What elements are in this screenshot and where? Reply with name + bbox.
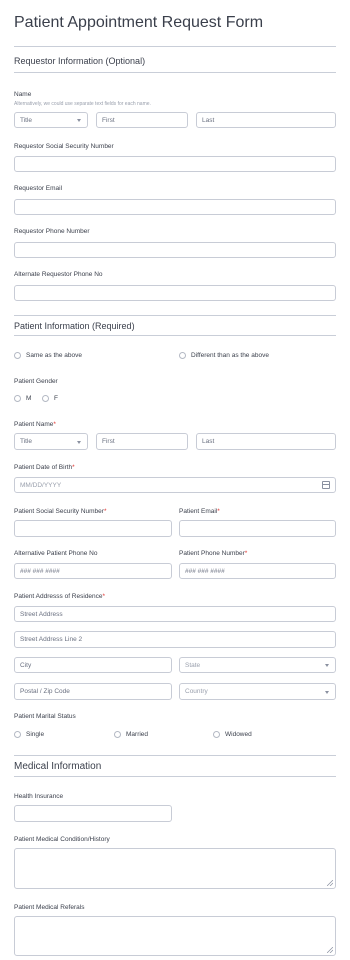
requestor-email-input[interactable] xyxy=(14,199,336,215)
patient-email-label: Patient Email* xyxy=(179,508,220,515)
calendar-icon[interactable] xyxy=(322,481,330,489)
caret-down-icon xyxy=(325,690,329,694)
marital-married-radio[interactable] xyxy=(114,731,121,738)
requestor-section-heading: Requestor Information (Optional) xyxy=(14,56,146,66)
patient-last-name-input[interactable]: Last xyxy=(196,433,336,450)
dob-input[interactable]: MM/DD/YYYY xyxy=(14,477,336,493)
divider xyxy=(14,755,336,756)
state-select[interactable]: State xyxy=(179,657,336,673)
divider xyxy=(14,315,336,316)
patient-ssn-input[interactable] xyxy=(14,520,172,537)
alt-patient-phone-label: Alternative Patient Phone No xyxy=(14,550,98,557)
divider xyxy=(14,335,336,336)
patient-phone-label: Patient Phone Number* xyxy=(179,550,247,557)
city-input[interactable]: City xyxy=(14,657,172,673)
gender-m-radio[interactable] xyxy=(14,395,21,402)
same-as-above-radio[interactable] xyxy=(14,352,21,359)
condition-label: Patient Medical Condition/History xyxy=(14,836,110,843)
country-select[interactable]: Country xyxy=(179,683,336,700)
address-label-text: Patient Addresss of Residence xyxy=(14,593,103,600)
requestor-title-select[interactable]: Title xyxy=(14,112,88,128)
form-page: Patient Appointment Request Form Request… xyxy=(0,0,350,960)
divider xyxy=(14,776,336,777)
requestor-ssn-input[interactable] xyxy=(14,156,336,172)
different-than-above-label: Different than as the above xyxy=(191,352,269,359)
gender-f-radio[interactable] xyxy=(42,395,49,402)
patient-title-value: Title xyxy=(20,438,33,445)
insurance-input[interactable] xyxy=(14,805,172,822)
patient-email-label-text: Patient Email xyxy=(179,508,218,515)
alt-requestor-phone-input[interactable] xyxy=(14,285,336,301)
address-label: Patient Addresss of Residence* xyxy=(14,593,105,600)
condition-textarea[interactable] xyxy=(14,848,336,889)
patient-first-name-input[interactable]: First xyxy=(96,433,188,450)
divider xyxy=(14,46,336,47)
marital-married-label: Married xyxy=(126,731,149,738)
requestor-phone-input[interactable] xyxy=(14,242,336,258)
requestor-first-name-input[interactable]: First xyxy=(96,112,188,128)
referrals-textarea[interactable] xyxy=(14,916,336,956)
gender-f-label: F xyxy=(54,395,58,402)
referrals-label: Patient Medical Referals xyxy=(14,904,85,911)
gender-label: Patient Gender xyxy=(14,378,58,385)
postal-code-input[interactable]: Postal / Zip Code xyxy=(14,683,172,700)
form-title: Patient Appointment Request Form xyxy=(14,14,264,31)
dob-label-text: Patient Date of Birth xyxy=(14,464,73,471)
gender-m-label: M xyxy=(26,395,32,402)
marital-single-label: Single xyxy=(26,731,45,738)
caret-down-icon xyxy=(77,119,81,122)
divider xyxy=(14,72,336,73)
required-mark: * xyxy=(244,550,248,557)
requestor-ssn-label: Requestor Social Security Number xyxy=(14,143,114,150)
patient-title-select[interactable]: Title xyxy=(14,433,88,450)
required-mark: * xyxy=(217,508,220,515)
country-value: Country xyxy=(185,688,208,695)
patient-email-input[interactable] xyxy=(179,520,336,537)
marital-widowed-label: Widowed xyxy=(225,731,252,738)
street-address-input[interactable]: Street Address xyxy=(14,606,336,622)
caret-down-icon xyxy=(77,440,81,444)
name-label: Name xyxy=(14,91,32,98)
patient-section-heading: Patient Information (Required) xyxy=(14,321,135,331)
dob-placeholder: MM/DD/YYYY xyxy=(20,481,62,489)
alt-requestor-phone-label: Alternate Requestor Phone No xyxy=(14,271,103,278)
marital-label: Patient Marital Status xyxy=(14,713,76,720)
dob-label: Patient Date of Birth* xyxy=(14,464,75,471)
marital-single-radio[interactable] xyxy=(14,731,21,738)
name-hint: Alternatively, we could use separate tex… xyxy=(14,101,151,107)
requestor-email-label: Requestor Email xyxy=(14,185,63,192)
required-mark: * xyxy=(103,508,107,515)
patient-phone-input[interactable]: ### ### #### xyxy=(179,563,336,579)
patient-ssn-label-text: Patient Social Security Number xyxy=(14,508,104,515)
required-mark: * xyxy=(72,464,75,471)
medical-section-heading: Medical Information xyxy=(14,761,102,772)
required-mark: * xyxy=(102,593,106,600)
different-than-above-radio[interactable] xyxy=(179,352,186,359)
patient-name-label-text: Patient Name xyxy=(14,421,54,428)
insurance-label: Health Insurance xyxy=(14,793,64,800)
patient-phone-label-text: Patient Phone Number xyxy=(179,550,245,557)
marital-widowed-radio[interactable] xyxy=(213,731,220,738)
resize-grip-icon[interactable] xyxy=(327,880,333,886)
alt-patient-phone-input[interactable]: ### ### #### xyxy=(14,563,172,579)
patient-ssn-label: Patient Social Security Number* xyxy=(14,508,107,515)
patient-name-label: Patient Name* xyxy=(14,421,56,428)
requestor-title-value: Title xyxy=(20,116,33,124)
caret-down-icon xyxy=(325,664,329,667)
street-address-line2-input[interactable]: Street Address Line 2 xyxy=(14,631,336,648)
requestor-phone-label: Requestor Phone Number xyxy=(14,228,90,235)
same-as-above-label: Same as the above xyxy=(26,352,83,359)
resize-grip-icon[interactable] xyxy=(327,947,333,953)
state-value: State xyxy=(185,661,201,669)
required-mark: * xyxy=(53,421,56,428)
requestor-last-name-input[interactable]: Last xyxy=(196,112,336,128)
